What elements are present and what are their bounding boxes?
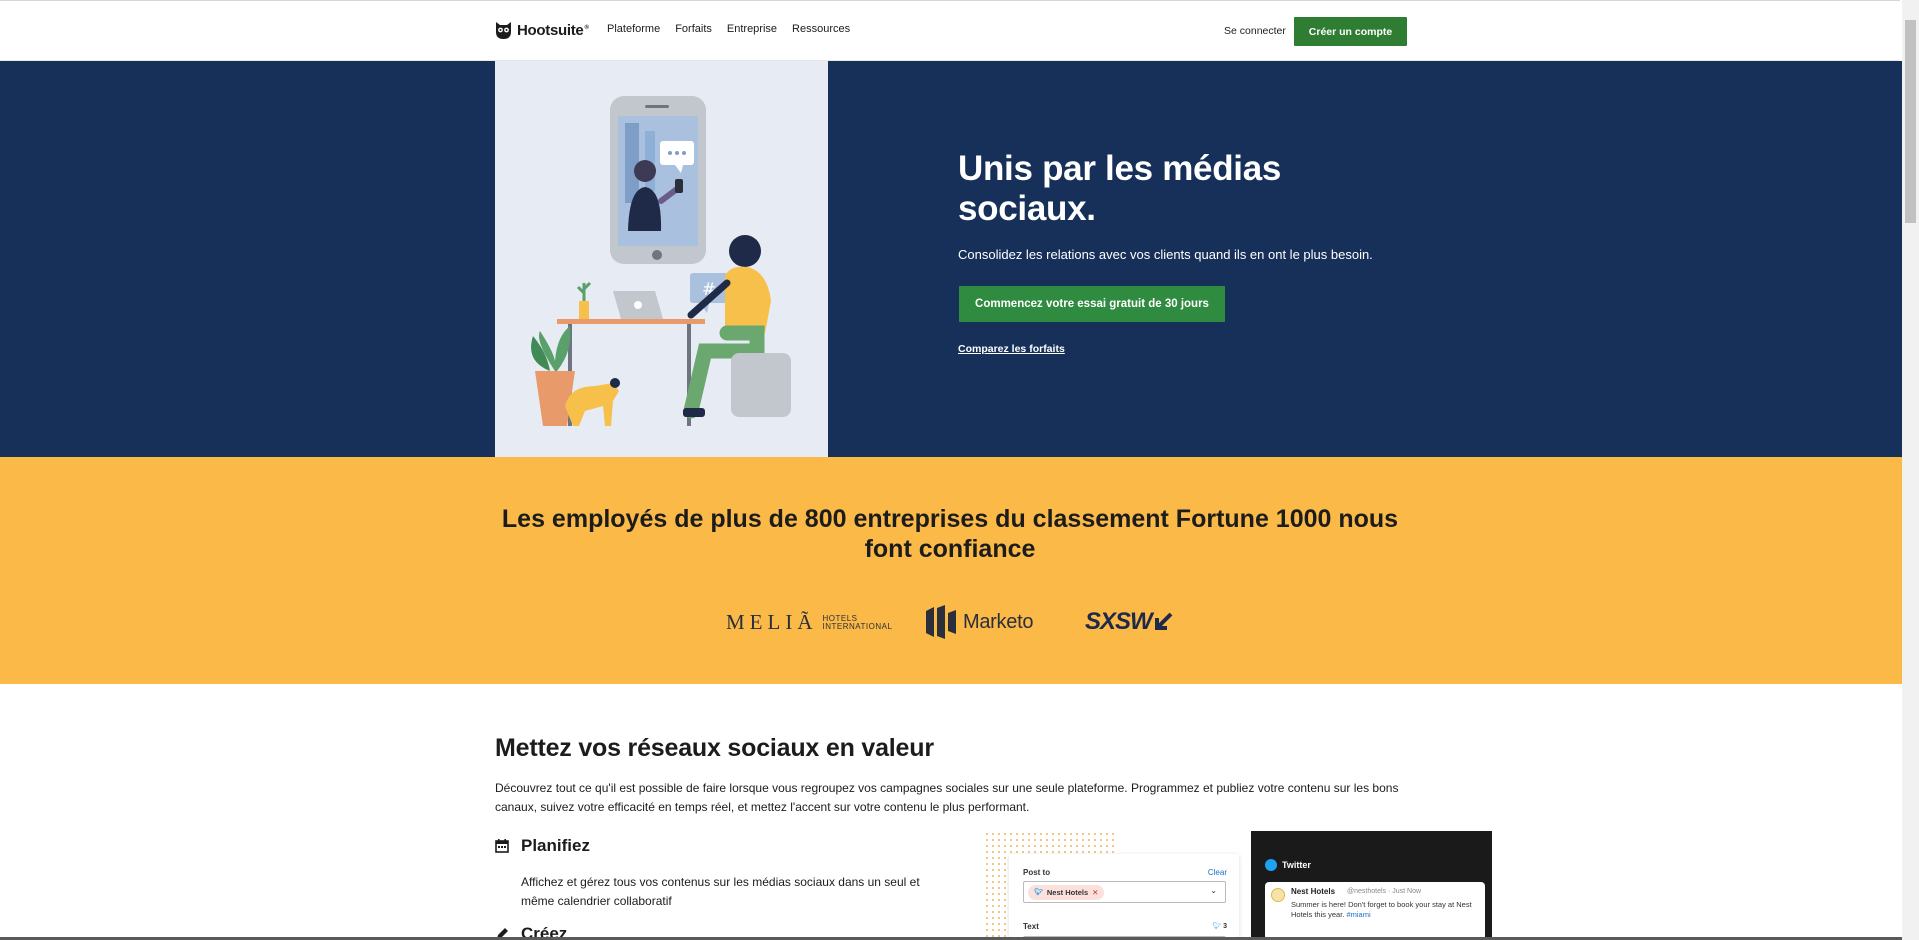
- tweet-card: Nest Hotels @nesthotels · Just Now Summe…: [1265, 882, 1485, 940]
- melia-subtitle: HOTELS INTERNATIONAL: [822, 613, 893, 631]
- profile-chip: 🐦︎ Nest Hotels ✕: [1028, 885, 1105, 900]
- marketo-icon: [926, 605, 956, 639]
- features-section: Mettez vos réseaux sociaux en valeur Déc…: [0, 684, 1902, 940]
- text-label: Text: [1023, 922, 1039, 931]
- feature-plan-title: Planifiez: [521, 836, 590, 855]
- client-logos: MELIÃ HOTELS INTERNATIONAL Marketo SXSW: [0, 601, 1902, 641]
- profile-select: 🐦︎ Nest Hotels ✕ ⌄: [1023, 881, 1226, 903]
- sxsw-arrow-icon: [1154, 612, 1173, 630]
- brand-mark: ®: [584, 25, 589, 31]
- features-description: Découvrez tout ce qu'il est possible de …: [495, 781, 1399, 814]
- create-account-button[interactable]: Créer un compte: [1294, 17, 1407, 46]
- tweet-meta: @nesthotels · Just Now: [1347, 888, 1422, 895]
- nav-ressources[interactable]: Ressources: [792, 23, 850, 35]
- vertical-scrollbar[interactable]: [1902, 0, 1919, 940]
- tweet-author: Nest Hotels: [1291, 887, 1336, 896]
- calendar-icon: [495, 839, 509, 853]
- composer-form: Post to Clear 🐦︎ Nest Hotels ✕ ⌄ Text 🐦︎…: [1009, 854, 1239, 940]
- scrollbar-thumb[interactable]: [1905, 20, 1916, 223]
- hero-title: Unis par les médias sociaux.: [958, 149, 1282, 228]
- twitter-preview: Twitter Nest Hotels @nesthotels · Just N…: [1251, 831, 1492, 940]
- melia-wordmark: MELIÃ: [726, 610, 818, 634]
- trust-section: Les employés de plus de 800 entreprises …: [0, 457, 1902, 684]
- login-link[interactable]: Se connecter: [1224, 25, 1286, 37]
- sxsw-wordmark: SXSW: [1085, 608, 1153, 635]
- nav-entreprise[interactable]: Entreprise: [727, 23, 777, 35]
- remove-chip-icon: ✕: [1092, 888, 1099, 897]
- marketo-wordmark: Marketo: [963, 610, 1034, 633]
- hero-subtitle: Consolidez les relations avec vos client…: [958, 247, 1373, 262]
- nav-forfaits[interactable]: Forfaits: [675, 23, 712, 35]
- melia-logo: MELIÃ HOTELS INTERNATIONAL: [726, 610, 892, 635]
- feature-plan-description: Affichez et gérez tous vos contenus sur …: [521, 875, 920, 908]
- twitter-icon: 🐦︎: [1034, 889, 1043, 896]
- compare-plans-link[interactable]: Comparez les forfaits: [958, 343, 1065, 355]
- twitter-preview-label: Twitter: [1265, 859, 1311, 871]
- post-to-label: Post to: [1023, 868, 1051, 877]
- twitter-count: 🐦︎ 3: [1212, 923, 1227, 930]
- trust-title: Les employés de plus de 800 entreprises …: [501, 505, 1399, 563]
- avatar: [1271, 888, 1285, 902]
- sxsw-logo: SXSW: [1085, 608, 1173, 636]
- free-trial-button[interactable]: Commencez votre essai gratuit de 30 jour…: [959, 286, 1225, 322]
- site-header: Hootsuite® Plateforme Forfaits Entrepris…: [0, 1, 1900, 61]
- tweet-text: Summer is here! Don't forget to book you…: [1291, 900, 1472, 919]
- brand-name: Hootsuite®: [517, 22, 589, 39]
- hero-illustration: #: [495, 61, 828, 457]
- hootsuite-logo[interactable]: Hootsuite®: [495, 21, 589, 40]
- nav-plateforme[interactable]: Plateforme: [607, 23, 660, 35]
- twitter-circle-icon: [1265, 859, 1277, 871]
- composer-mockup: Post to Clear 🐦︎ Nest Hotels ✕ ⌄ Text 🐦︎…: [984, 831, 1492, 940]
- marketo-logo: Marketo: [926, 605, 1033, 639]
- hero-section: # Unis par les médias sociaux. Consolide…: [0, 61, 1902, 457]
- owl-icon: [496, 22, 511, 39]
- chevron-down-icon: ⌄: [1210, 886, 1217, 895]
- main-nav: Plateforme Forfaits Entreprise Ressource…: [607, 23, 850, 35]
- feature-plan[interactable]: Planifiez: [495, 836, 590, 856]
- features-title: Mettez vos réseaux sociaux en valeur: [495, 734, 934, 762]
- clear-link: Clear: [1207, 868, 1227, 877]
